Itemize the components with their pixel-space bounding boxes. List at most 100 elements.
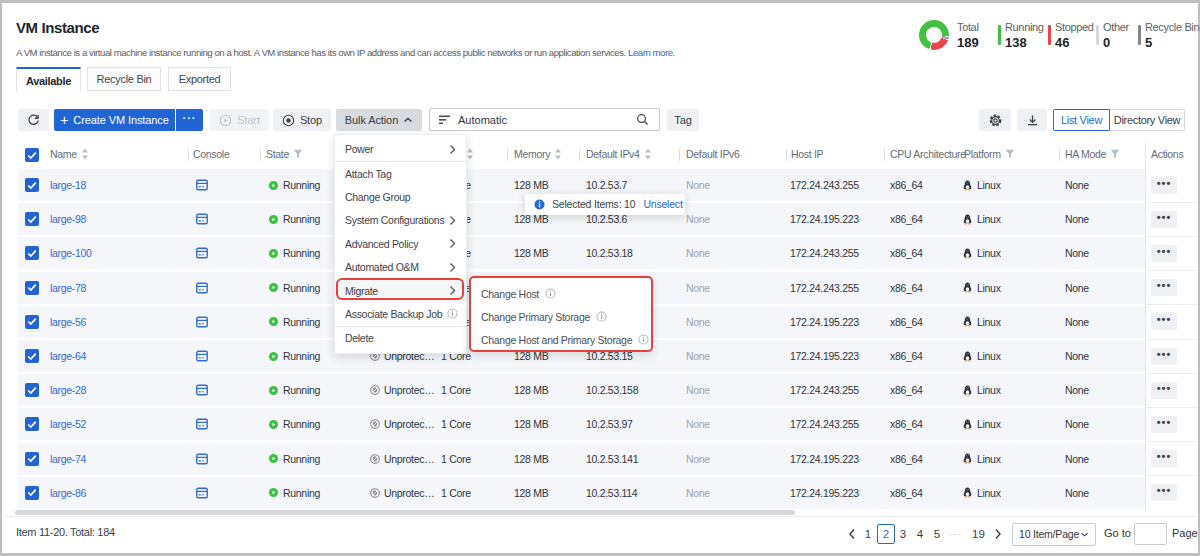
vm-name-link[interactable]: large-74 <box>50 443 86 475</box>
tag-button[interactable]: Tag <box>667 109 699 131</box>
vm-name-link[interactable]: large-78 <box>50 272 86 304</box>
column-header-memory[interactable]: Memory <box>514 148 562 160</box>
page-button-5[interactable]: 5 <box>932 524 942 544</box>
column-header-name[interactable]: Name <box>50 148 89 160</box>
row-checkbox[interactable] <box>25 178 39 192</box>
list-view-button[interactable]: List View <box>1053 109 1110 131</box>
bulk-action-button[interactable]: Bulk Action <box>336 109 422 131</box>
menu-item-power[interactable]: Power <box>335 138 466 161</box>
stop-button[interactable]: Stop <box>273 109 331 131</box>
console-icon[interactable] <box>196 487 208 499</box>
vm-name-link[interactable]: large-86 <box>50 477 86 509</box>
row-checkbox[interactable] <box>25 315 39 329</box>
menu-item-attach-tag[interactable]: Attach Tag <box>335 162 466 185</box>
menu-item-change-group[interactable]: Change Group <box>335 185 466 208</box>
submenu-item-change-host-and-primary-storage[interactable]: Change Host and Primary Storage <box>471 328 651 351</box>
vm-name-link[interactable]: large-28 <box>50 374 86 406</box>
menu-item-associate-backup-job[interactable]: Associate Backup Job <box>335 302 466 325</box>
filter-icon[interactable] <box>1110 149 1120 159</box>
menu-item-automated-o-m[interactable]: Automated O&M <box>335 255 466 278</box>
directory-view-button[interactable]: Directory View <box>1110 109 1185 131</box>
row-actions-button[interactable]: ••• <box>1151 279 1177 296</box>
row-actions-button[interactable]: ••• <box>1151 245 1177 262</box>
row-checkbox[interactable] <box>25 452 39 466</box>
settings-button[interactable] <box>979 109 1011 131</box>
search-input[interactable]: Automatic <box>429 108 660 131</box>
column-header-ha-mode[interactable]: HA Mode <box>1065 148 1120 160</box>
console-cell[interactable] <box>196 443 208 475</box>
console-icon[interactable] <box>196 418 208 430</box>
page-button-4[interactable]: 4 <box>915 524 925 544</box>
console-cell[interactable] <box>196 306 208 338</box>
column-header-state[interactable]: State <box>266 148 303 160</box>
row-checkbox[interactable] <box>25 246 39 260</box>
page-button-2[interactable]: 2 <box>877 524 895 544</box>
tab-recycle-bin[interactable]: Recycle Bin <box>87 67 161 91</box>
console-icon[interactable] <box>196 350 208 362</box>
row-actions-button[interactable]: ••• <box>1151 211 1177 228</box>
row-actions-button[interactable]: ••• <box>1151 348 1177 365</box>
console-cell[interactable] <box>196 169 208 201</box>
console-icon[interactable] <box>196 213 208 225</box>
console-cell[interactable] <box>196 237 208 269</box>
row-checkbox[interactable] <box>25 281 39 295</box>
row-actions-button[interactable]: ••• <box>1151 484 1177 501</box>
column-header-default-ipv6[interactable]: Default IPv6 <box>686 148 740 160</box>
column-header-actions[interactable]: Actions <box>1151 148 1183 160</box>
unselect-link[interactable]: Unselect <box>643 198 682 210</box>
tab-available[interactable]: Available <box>16 67 81 92</box>
row-checkbox[interactable] <box>25 383 39 397</box>
page-button-1[interactable]: 1 <box>863 524 873 544</box>
console-cell[interactable] <box>196 374 208 406</box>
console-cell[interactable] <box>196 477 208 509</box>
submenu-item-change-primary-storage[interactable]: Change Primary Storage <box>471 305 651 328</box>
sort-icon[interactable] <box>81 148 89 160</box>
menu-item-advanced-policy[interactable]: Advanced Policy <box>335 232 466 255</box>
menu-item-delete[interactable]: Delete <box>335 327 466 350</box>
vm-name-link[interactable]: large-52 <box>50 408 86 440</box>
console-icon[interactable] <box>196 179 208 191</box>
column-header-host-ip[interactable]: Host IP <box>791 148 823 160</box>
vm-name-link[interactable]: large-18 <box>50 169 86 201</box>
column-header-cpu-architecture[interactable]: CPU Architecture <box>890 148 966 160</box>
column-header-platform[interactable]: Platform <box>964 148 1015 160</box>
console-cell[interactable] <box>196 340 208 372</box>
goto-page-input[interactable] <box>1134 523 1167 545</box>
vm-name-link[interactable]: large-64 <box>50 340 86 372</box>
column-header-console[interactable]: Console <box>193 148 229 160</box>
row-checkbox[interactable] <box>25 349 39 363</box>
refresh-button[interactable] <box>18 109 49 131</box>
console-icon[interactable] <box>196 282 208 294</box>
vm-name-link[interactable]: large-56 <box>50 306 86 338</box>
create-more-button[interactable]: ··· <box>176 109 203 131</box>
export-button[interactable] <box>1017 109 1047 131</box>
start-button[interactable]: Start <box>210 109 269 131</box>
console-icon[interactable] <box>196 247 208 259</box>
search-icon[interactable] <box>636 113 649 126</box>
row-actions-button[interactable]: ••• <box>1151 382 1177 399</box>
select-all-checkbox[interactable] <box>25 148 39 162</box>
page-button-19[interactable]: 19 <box>972 524 985 544</box>
row-checkbox[interactable] <box>25 212 39 226</box>
row-actions-button[interactable]: ••• <box>1151 177 1177 194</box>
filter-icon[interactable] <box>293 149 303 159</box>
sort-icon[interactable] <box>466 148 474 160</box>
row-actions-button[interactable]: ••• <box>1151 416 1177 433</box>
vm-name-link[interactable]: large-100 <box>50 237 92 269</box>
next-page-button[interactable] <box>993 524 1003 544</box>
console-cell[interactable] <box>196 408 208 440</box>
row-actions-button[interactable]: ••• <box>1151 450 1177 467</box>
page-button-3[interactable]: 3 <box>898 524 908 544</box>
row-actions-button[interactable]: ••• <box>1151 313 1177 330</box>
create-vm-instance-button[interactable]: +Create VM Instance <box>54 109 175 131</box>
row-checkbox[interactable] <box>25 417 39 431</box>
console-icon[interactable] <box>196 384 208 396</box>
horizontal-scrollbar[interactable] <box>15 510 795 515</box>
console-icon[interactable] <box>196 316 208 328</box>
learn-more-link[interactable]: Learn more. <box>628 47 675 58</box>
console-cell[interactable] <box>196 203 208 235</box>
submenu-item-change-host[interactable]: Change Host <box>471 282 651 305</box>
prev-page-button[interactable] <box>847 524 857 544</box>
sort-icon[interactable] <box>644 148 652 160</box>
console-icon[interactable] <box>196 453 208 465</box>
